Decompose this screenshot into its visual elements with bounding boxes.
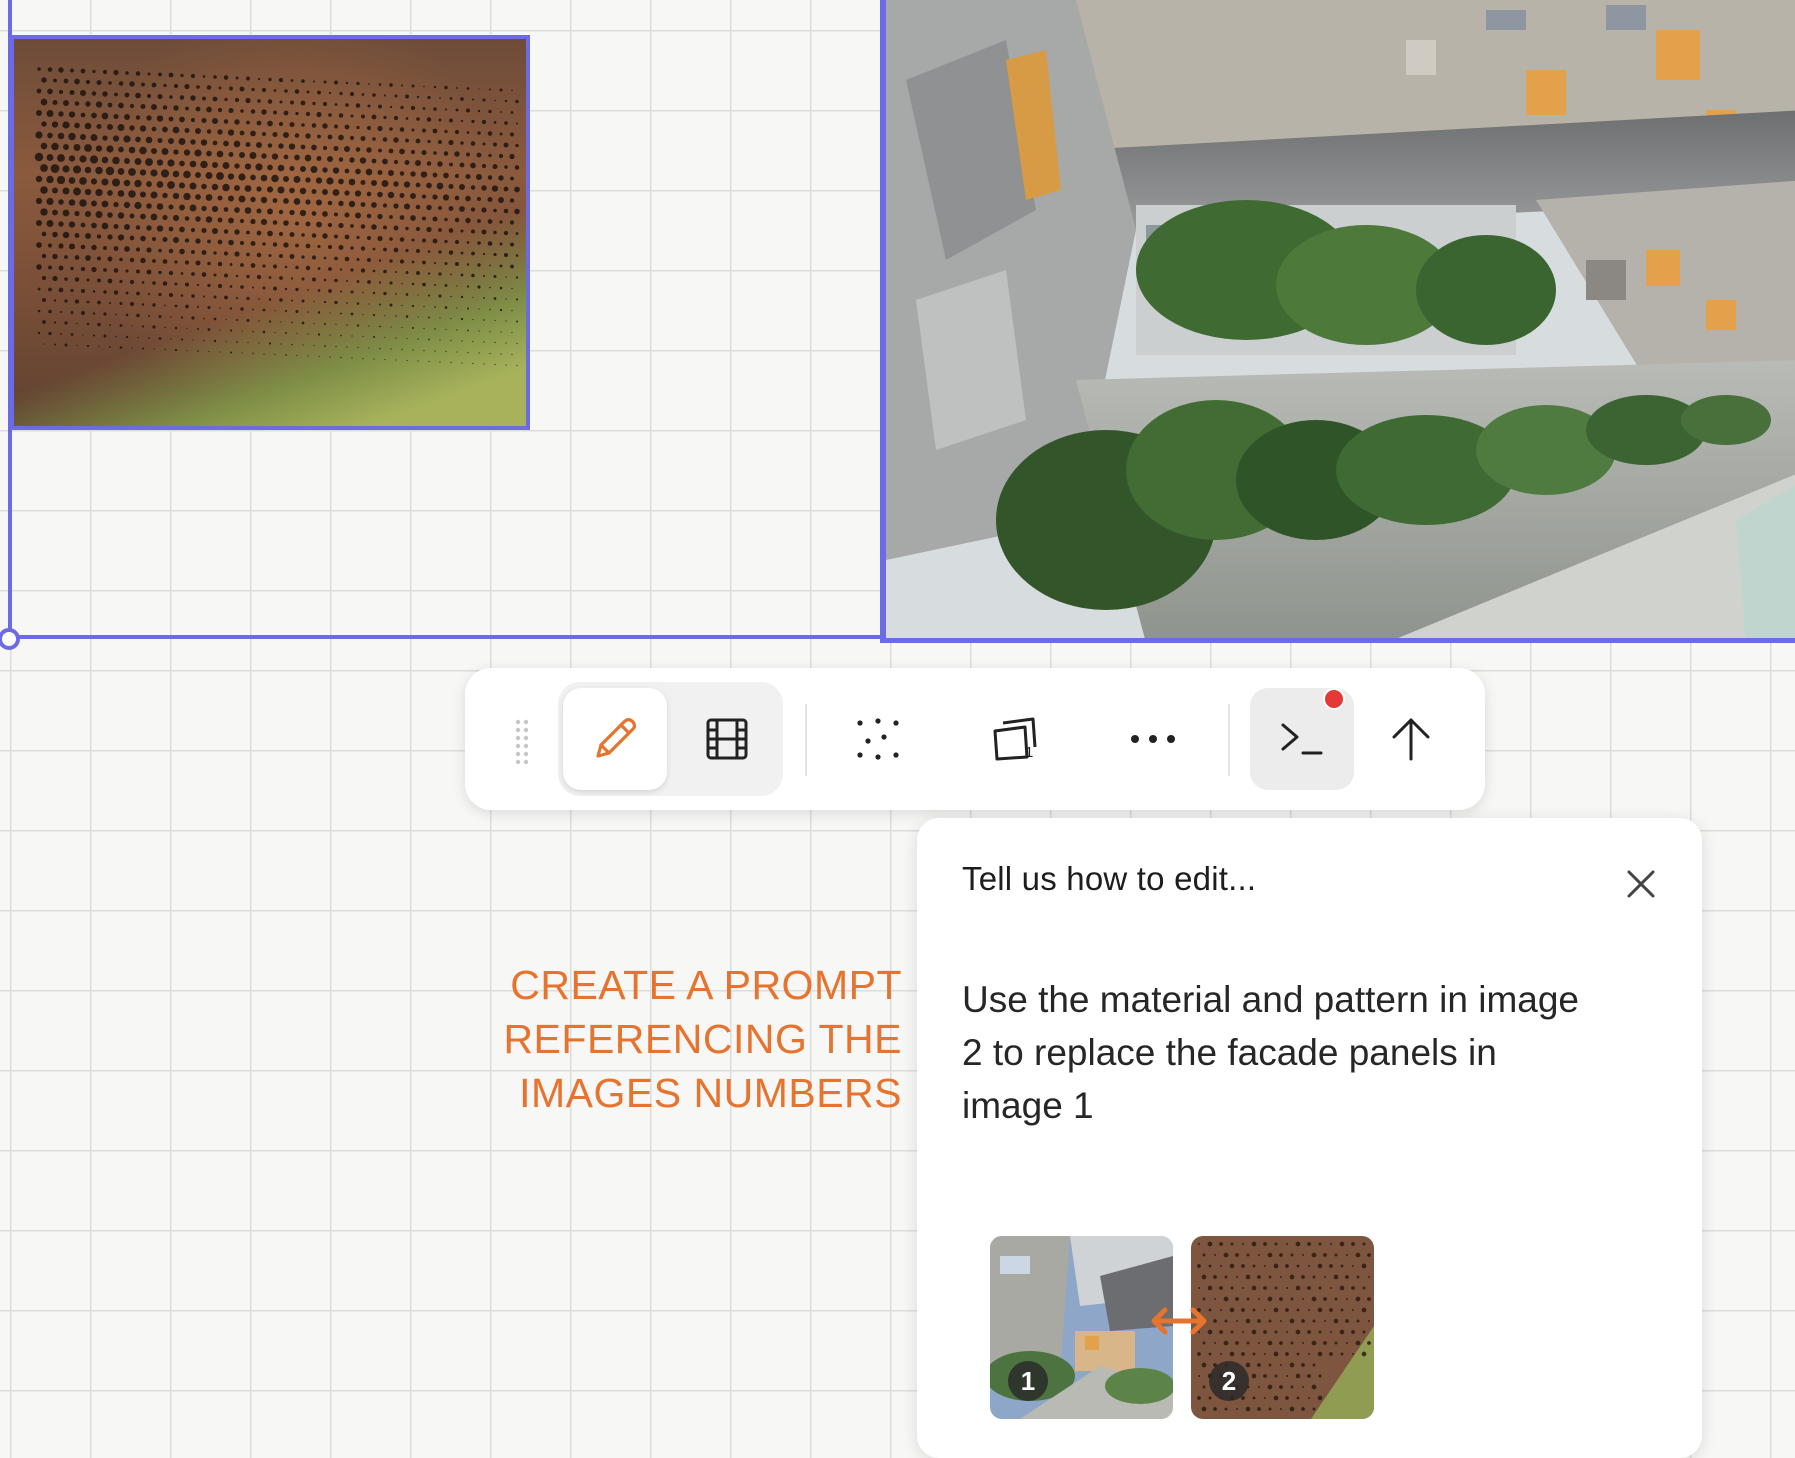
prompt-input[interactable]: Use the material and pattern in image 2 …	[962, 973, 1602, 1132]
close-button[interactable]	[1625, 868, 1661, 904]
instruction-annotation: CREATE A PROMPT REFERENCING THE IMAGES N…	[470, 958, 902, 1120]
toolbar-divider	[805, 704, 807, 776]
perforation-pattern	[34, 67, 520, 367]
scatter-button[interactable]	[830, 692, 926, 786]
reference-thumbnail-1[interactable]: 1	[990, 1236, 1173, 1419]
submit-upload-button[interactable]	[1363, 692, 1459, 786]
notification-dot	[1323, 688, 1345, 710]
scatter-dots-icon	[857, 718, 899, 760]
more-horizontal-icon	[1131, 735, 1175, 743]
canvas-image-building[interactable]	[880, 0, 1795, 643]
svg-text:1: 1	[1025, 744, 1033, 761]
swap-arrows-icon[interactable]	[1149, 1303, 1209, 1339]
pencil-icon	[596, 718, 637, 758]
edit-prompt-panel: Tell us how to edit... Use the material …	[917, 818, 1702, 1458]
thumbnail-number-badge: 2	[1209, 1361, 1249, 1401]
annotation-line: REFERENCING THE	[503, 1016, 902, 1062]
toolbar-divider	[1228, 704, 1230, 776]
video-mode-button[interactable]	[675, 688, 779, 790]
thumbnail-number-badge: 1	[1008, 1361, 1048, 1401]
close-icon	[1627, 870, 1655, 898]
annotation-line: CREATE A PROMPT	[510, 962, 902, 1008]
film-icon	[706, 718, 748, 760]
drag-handle-icon[interactable]	[513, 718, 531, 766]
panel-title: Tell us how to edit...	[962, 860, 1257, 897]
building-illustration	[886, 0, 1795, 638]
more-options-button[interactable]	[1105, 692, 1201, 786]
terminal-icon	[1281, 723, 1323, 755]
selection-resize-handle[interactable]	[0, 628, 20, 650]
arrow-up-icon	[1392, 718, 1430, 761]
annotation-line: IMAGES NUMBERS	[519, 1070, 902, 1116]
floating-toolbar: 1	[465, 668, 1485, 810]
frame-stack-icon: 1	[993, 717, 1037, 761]
edit-mode-button[interactable]	[563, 688, 667, 790]
reference-thumbnail-2[interactable]: 2	[1191, 1236, 1374, 1419]
frames-button[interactable]: 1	[967, 692, 1063, 786]
canvas-image-perforated-metal[interactable]	[10, 35, 530, 430]
